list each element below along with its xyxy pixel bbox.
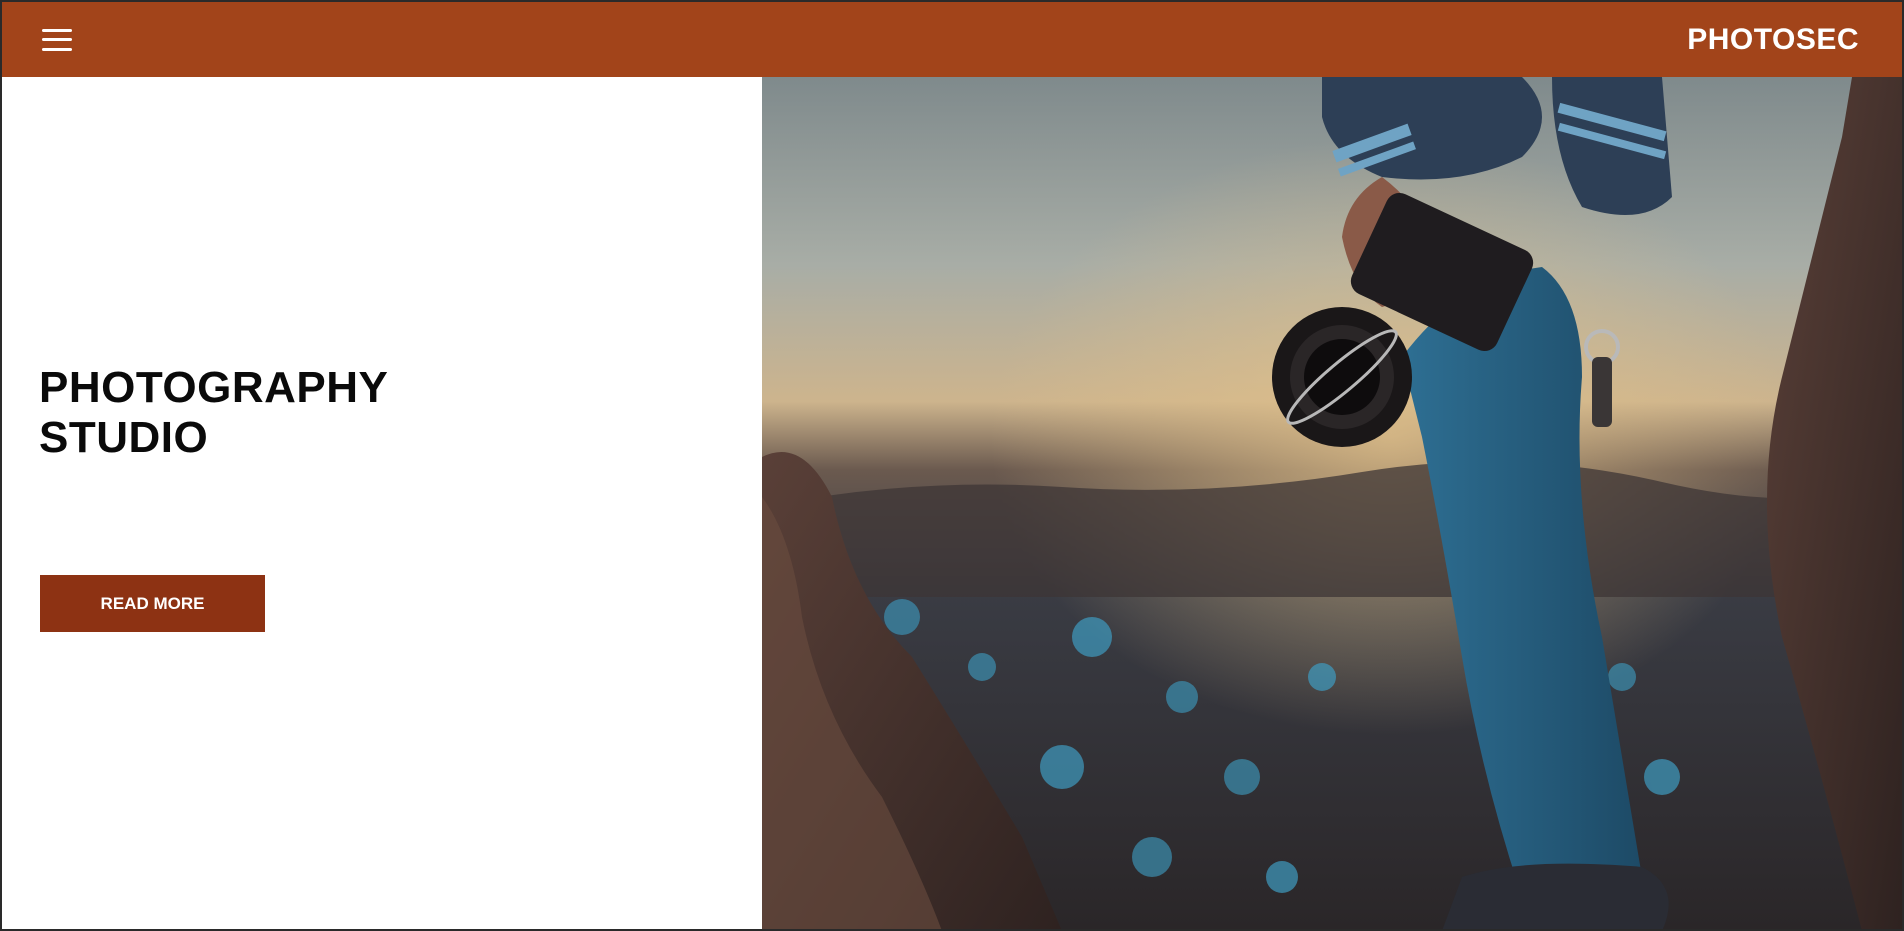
hero-image — [762, 77, 1902, 929]
menu-bar-line — [42, 47, 72, 51]
menu-bar-line — [42, 28, 72, 32]
hamburger-menu-icon[interactable] — [40, 25, 74, 55]
hero-title-line-2: STUDIO — [39, 413, 209, 462]
read-more-button[interactable]: READ MORE — [40, 575, 265, 632]
page-frame: PHOTOSEC PHOTOGRAPHY STUDIO READ MORE — [0, 0, 1904, 931]
photographer-photo — [762, 77, 1902, 929]
hero-text-panel — [2, 77, 762, 929]
hero-title: PHOTOGRAPHY STUDIO — [39, 363, 388, 463]
menu-bar-line — [42, 38, 72, 41]
top-navbar: PHOTOSEC — [2, 2, 1902, 77]
hero-title-line-1: PHOTOGRAPHY — [39, 363, 389, 412]
brand-logo[interactable]: PHOTOSEC — [1687, 23, 1859, 57]
